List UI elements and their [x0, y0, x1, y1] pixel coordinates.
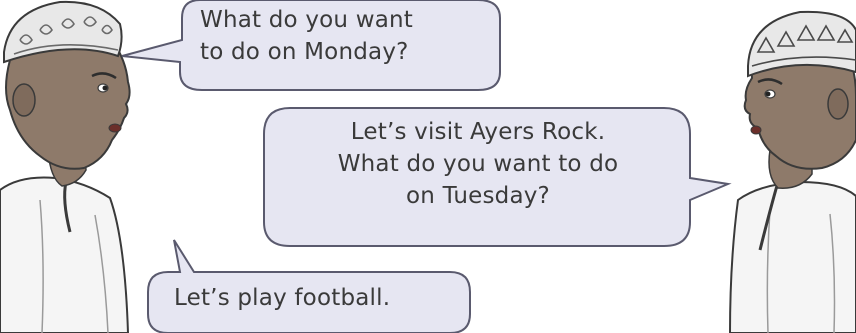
right-boy-figure [728, 10, 856, 333]
speech-bubble-2-text: Let’s visit Ayers Rock. What do you want… [268, 116, 688, 212]
left-boy-figure [0, 0, 131, 333]
bubble-2-line-2: What do you want to do [337, 151, 619, 177]
bubble-3-line-1: Let’s play football. [174, 285, 391, 311]
speech-bubble-3-text: Let’s play football. [174, 282, 474, 314]
bubble-1-line-2: to do on Monday? [200, 39, 409, 65]
speech-bubble-1-text: What do you want to do on Monday? [200, 4, 490, 68]
bubble-1-line-1: What do you want [200, 7, 413, 33]
bubble-2-line-3: on Tuesday? [406, 183, 550, 209]
bubble-2-line-1: Let’s visit Ayers Rock. [350, 119, 606, 145]
right-boy-robe [728, 180, 856, 333]
